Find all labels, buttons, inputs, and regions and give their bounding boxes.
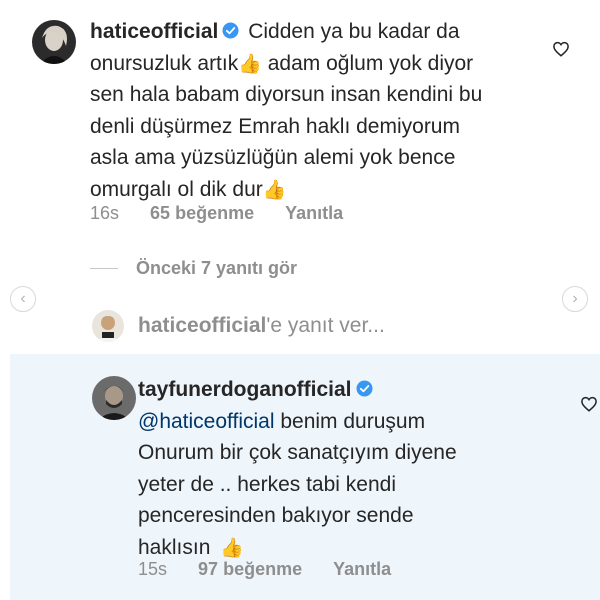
view-replies-label: Önceki 7 yanıtı gör xyxy=(136,258,298,278)
comment-meta: 16s 65 beğenme Yanıtla xyxy=(90,203,369,224)
comment-text: yeter de .. herkes tabi kendi xyxy=(138,472,396,496)
reply-target-username: haticeofficial xyxy=(138,314,267,337)
thumbs-up-emoji: 👍 xyxy=(220,537,245,559)
avatar-haticeofficial[interactable] xyxy=(32,20,76,64)
comment-line-2: onursuzluk artık👍 adam oğlum yok diyor xyxy=(90,48,560,80)
chevron-left-icon[interactable]: ‹ xyxy=(10,286,36,312)
comment-text: asla ama yüzsüzlüğün alemi yok bence xyxy=(90,146,456,169)
username-link[interactable]: haticeofficial xyxy=(90,20,218,43)
comment-line-1: haticeofficial Cidden ya bu kadar da xyxy=(90,16,560,48)
comment-text: Onurum bir çok sanatçıyım diyene xyxy=(138,441,457,464)
chevron-right-icon[interactable]: › xyxy=(562,286,588,312)
reply-input[interactable]: haticeofficial'e yanıt ver... xyxy=(92,310,385,342)
view-previous-replies-button[interactable]: Önceki 7 yanıtı gör xyxy=(90,258,297,279)
reply-button[interactable]: Yanıtla xyxy=(285,203,343,223)
comment-text: adam oğlum yok diyor xyxy=(267,51,474,75)
thumbs-up-emoji: 👍 xyxy=(262,179,287,201)
avatar-tayfunerdoganofficial[interactable] xyxy=(92,376,136,420)
comment-text: sen hala babam diyorsun insan kendini bu xyxy=(90,83,483,106)
comment-line-2: @haticeofficial benim duruşum xyxy=(138,406,558,438)
comment-text: penceresinden bakıyor sende xyxy=(138,504,414,527)
comment-text: denli düşürmez Emrah haklı demiyorum xyxy=(90,114,460,138)
comment-meta: 15s 97 beğenme Yanıtla xyxy=(138,559,417,580)
username-link[interactable]: tayfunerdoganofficial xyxy=(138,378,352,401)
heart-outline-icon[interactable] xyxy=(580,395,598,413)
likes-count-link[interactable]: 65 beğenme xyxy=(150,203,254,223)
verified-badge-icon xyxy=(356,375,373,397)
comment-text: haklısın xyxy=(138,535,211,559)
thumbs-up-emoji: 👍 xyxy=(238,53,262,75)
likes-count-link[interactable]: 97 beğenme xyxy=(198,559,302,579)
heart-outline-icon[interactable] xyxy=(552,40,570,58)
comment-line-1: tayfunerdoganofficial xyxy=(138,374,558,406)
comment-text: onursuzluk artık xyxy=(90,51,239,75)
reply-placeholder: haticeofficial'e yanıt ver... xyxy=(138,314,385,338)
comment-line-7: omurgalı ol dik dur👍 xyxy=(90,174,560,206)
mention-link[interactable]: @haticeofficial xyxy=(138,410,275,433)
comment-text: omurgalı ol dik dur xyxy=(90,177,263,201)
comment-text: Cidden ya bu kadar da xyxy=(248,20,460,43)
divider-line xyxy=(90,268,118,269)
current-user-avatar xyxy=(92,310,124,342)
reply-button[interactable]: Yanıtla xyxy=(333,559,391,579)
reply-placeholder-suffix: 'e yanıt ver... xyxy=(266,314,385,337)
comment-time: 15s xyxy=(138,559,168,579)
comment-text: benim duruşum xyxy=(280,409,426,433)
verified-badge-icon xyxy=(222,17,239,39)
comment-time: 16s xyxy=(90,203,120,223)
